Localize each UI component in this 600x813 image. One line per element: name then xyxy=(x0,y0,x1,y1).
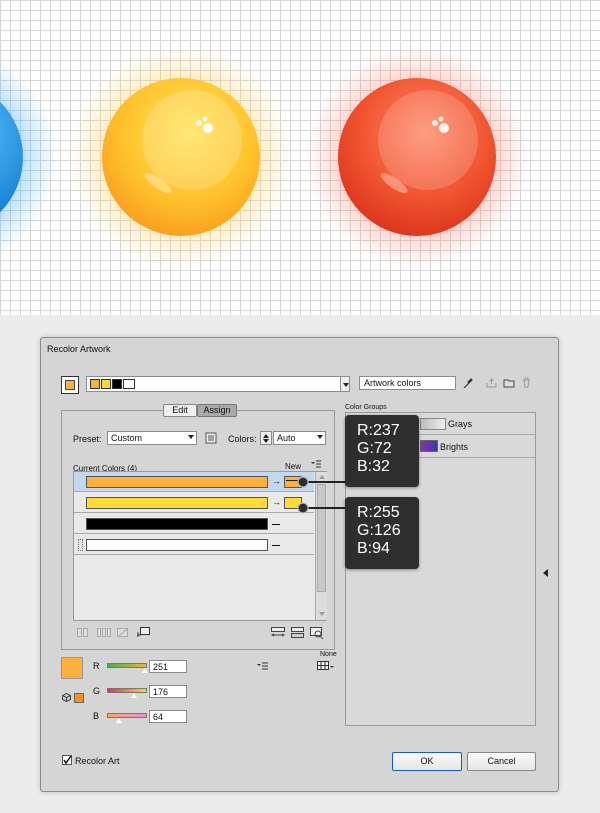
callout-leaders xyxy=(297,476,345,514)
callout-red-b: B:32 xyxy=(357,458,390,475)
callout-red-values: R:237 G:72 B:32 xyxy=(345,415,419,487)
callout-red-r: R:237 xyxy=(357,422,400,439)
callout-light-g: G:126 xyxy=(357,522,401,539)
callout-red-g: G:72 xyxy=(357,440,392,457)
callout-light-red-values: R:255 G:126 B:94 xyxy=(345,497,419,569)
callout-light-r: R:255 xyxy=(357,504,400,521)
callout-light-b: B:94 xyxy=(357,540,390,557)
